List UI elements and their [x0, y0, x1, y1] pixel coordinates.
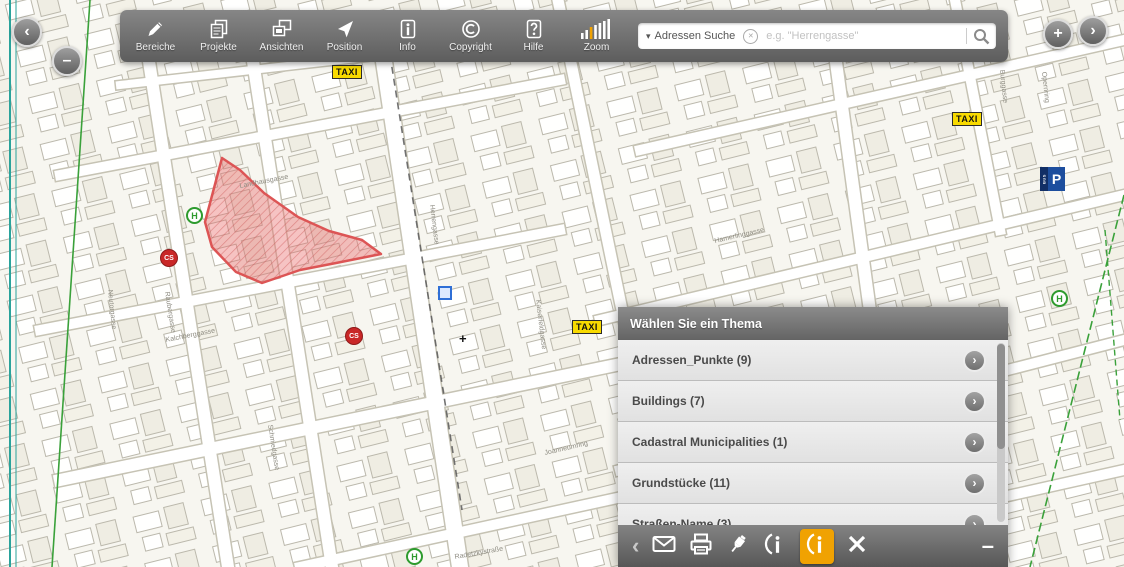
- theme-item-label: Buildings (7): [632, 394, 705, 408]
- toolbar-item-label: Hilfe: [523, 42, 543, 53]
- chevron-right-icon[interactable]: ›: [963, 472, 986, 495]
- transit-stop-marker: H: [1051, 290, 1068, 307]
- selected-point-marker: [438, 286, 452, 300]
- bus-parking-sublabel: BUS: [1040, 167, 1048, 191]
- identify-tool-button[interactable]: [800, 529, 834, 564]
- theme-item-label: Cadastral Municipalities (1): [632, 435, 787, 449]
- toolbar-item-label: Zoom: [584, 42, 610, 53]
- print-button[interactable]: [689, 533, 713, 560]
- taxi-sign: TAXI: [572, 320, 602, 334]
- theme-item-adressen-punkte[interactable]: Adressen_Punkte (9) ›: [618, 340, 1008, 381]
- theme-item-strassen-name[interactable]: Straßen-Name (3) ›: [618, 504, 1008, 525]
- panel-toolbar: ‹: [618, 525, 1008, 567]
- search-category-label[interactable]: Adressen Suche: [655, 30, 736, 42]
- views-icon: [271, 19, 293, 39]
- main-toolbar: Bereiche Projekte Ansichten Position Inf: [120, 10, 1008, 62]
- toolbar-item-bereiche[interactable]: Bereiche: [124, 19, 187, 53]
- toolbar-item-copyright[interactable]: Copyright: [439, 19, 502, 53]
- map-application: Landhausgasse Raubergasse Schmiedgasse K…: [0, 0, 1124, 567]
- zoom-in-button[interactable]: +: [1043, 19, 1073, 49]
- search-input[interactable]: [764, 29, 960, 43]
- theme-item-cadastral-municipalities[interactable]: Cadastral Municipalities (1) ›: [618, 422, 1008, 463]
- transit-stop-marker: H: [186, 207, 203, 224]
- zoom-bars-icon: [581, 19, 613, 39]
- close-button[interactable]: [847, 534, 867, 559]
- theme-list: Adressen_Punkte (9) › Buildings (7) › Ca…: [618, 340, 1008, 525]
- zoom-out-button[interactable]: –: [52, 46, 82, 76]
- chevron-right-icon[interactable]: ›: [963, 513, 986, 526]
- copyright-icon: [460, 19, 482, 39]
- position-arrow-icon: [334, 19, 356, 39]
- projects-icon: [208, 19, 230, 39]
- info-icon: [397, 19, 419, 39]
- toolbar-item-projekte[interactable]: Projekte: [187, 19, 250, 53]
- mail-icon: [652, 533, 676, 560]
- pan-left-button[interactable]: ‹: [12, 17, 42, 47]
- chevron-right-icon[interactable]: ›: [963, 349, 986, 372]
- cs-marker: CS: [160, 249, 178, 267]
- parking-label: P: [1048, 167, 1065, 191]
- theme-panel-title: Wählen Sie ein Thema: [618, 307, 1008, 340]
- toolbar-item-label: Position: [327, 42, 363, 53]
- taxi-sign: TAXI: [332, 65, 362, 79]
- mail-button[interactable]: [652, 533, 676, 560]
- toolbar-item-info[interactable]: Info: [376, 19, 439, 53]
- taxi-sign: TAXI: [952, 112, 982, 126]
- chevron-right-icon[interactable]: ›: [963, 431, 986, 454]
- search-divider: [966, 28, 967, 44]
- minimize-panel-button[interactable]: –: [982, 535, 994, 557]
- arc-info-icon: [763, 532, 787, 561]
- chevron-right-icon[interactable]: ›: [963, 390, 986, 413]
- transit-stop-marker: H: [406, 548, 423, 565]
- theme-item-grundstuecke[interactable]: Grundstücke (11) ›: [618, 463, 1008, 504]
- toolbar-item-label: Ansichten: [260, 42, 304, 53]
- theme-item-label: Grundstücke (11): [632, 476, 730, 490]
- toolbar-item-label: Copyright: [449, 42, 492, 53]
- pin-icon: [726, 533, 750, 560]
- print-icon: [689, 533, 713, 560]
- toolbar-item-label: Info: [399, 42, 416, 53]
- info-tool-button[interactable]: [763, 532, 787, 561]
- pan-right-button[interactable]: ›: [1078, 16, 1108, 46]
- address-search-box: ▾ Adressen Suche ✕: [638, 23, 996, 49]
- theme-item-buildings[interactable]: Buildings (7) ›: [618, 381, 1008, 422]
- bus-parking-marker: BUS P: [1040, 167, 1065, 191]
- back-chevron-button[interactable]: ‹: [632, 535, 639, 557]
- pencil-icon: [145, 19, 167, 39]
- pin-button[interactable]: [726, 533, 750, 560]
- search-icon[interactable]: [973, 28, 990, 45]
- help-icon: [523, 19, 545, 39]
- cs-marker: CS: [345, 327, 363, 345]
- panel-scrollbar-thumb[interactable]: [997, 344, 1005, 449]
- theme-item-label: Adressen_Punkte (9): [632, 353, 751, 367]
- arc-info-icon: [805, 532, 829, 561]
- close-icon: [847, 534, 867, 559]
- toolbar-item-position[interactable]: Position: [313, 19, 376, 53]
- map-cross-marker: +: [459, 331, 467, 346]
- toolbar-item-label: Bereiche: [136, 42, 175, 53]
- clear-search-icon[interactable]: ✕: [743, 29, 758, 44]
- panel-scrollbar[interactable]: [997, 343, 1005, 522]
- chevron-down-icon[interactable]: ▾: [646, 31, 651, 42]
- toolbar-item-hilfe[interactable]: Hilfe: [502, 19, 565, 53]
- theme-panel: Wählen Sie ein Thema Adressen_Punkte (9)…: [618, 307, 1008, 567]
- toolbar-item-label: Projekte: [200, 42, 237, 53]
- toolbar-item-ansichten[interactable]: Ansichten: [250, 19, 313, 53]
- toolbar-item-zoom[interactable]: Zoom: [565, 19, 628, 53]
- theme-item-label: Straßen-Name (3): [632, 517, 731, 525]
